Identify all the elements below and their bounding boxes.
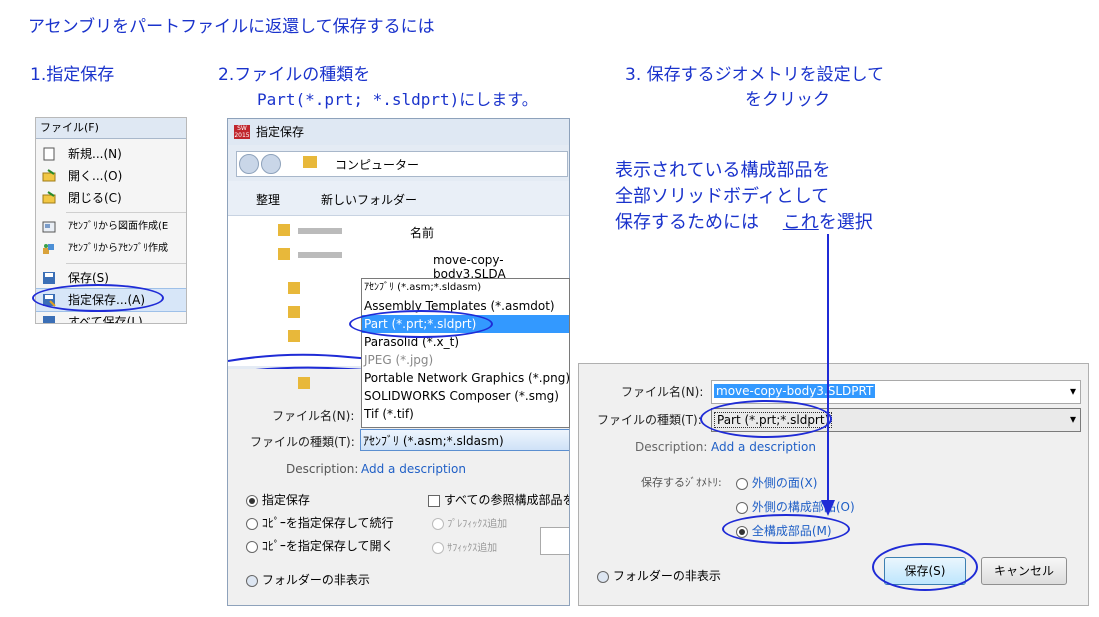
back-arrow-icon[interactable]	[239, 154, 259, 174]
radio-exterior-faces[interactable]: 外側の面(X)	[736, 474, 817, 491]
menu-item-close[interactable]: 閉じる(C)	[36, 187, 186, 209]
add-description-link[interactable]: Add a description	[361, 462, 466, 476]
filetype-option[interactable]: JPEG (*.jpg)	[362, 351, 569, 369]
breadcrumb[interactable]: コンピューター	[335, 156, 419, 173]
hide-folders-toggle[interactable]: フォルダーの非表示	[246, 571, 370, 588]
chevron-up-icon	[246, 574, 258, 587]
radio-icon	[246, 540, 258, 553]
menu-item-make-drawing[interactable]: ｱｾﾝﾌﾞﾘから図面作成(E	[36, 216, 186, 238]
step3-heading-line1: 3. 保存するジオメトリを設定して	[625, 65, 885, 85]
folder-icon	[298, 377, 310, 389]
menu-separator	[66, 212, 186, 213]
highlight-save-button	[872, 543, 978, 591]
highlight-part-filetype	[700, 400, 832, 438]
filename-value: move-copy-body3.SLDPRT	[714, 384, 876, 398]
radio-copy-continue[interactable]: ｺﾋﾟｰを指定保存して続行	[246, 514, 393, 531]
chevron-down-icon[interactable]: ▾	[1070, 412, 1076, 426]
chevron-up-icon	[597, 570, 609, 583]
new-folder-button[interactable]: 新しいフォルダー	[321, 191, 417, 208]
filetype-label: ファイルの種類(T):	[250, 435, 355, 449]
radio-add-prefix[interactable]: ﾌﾟﾚﾌｨｯｸｽ追加	[432, 515, 507, 530]
filetype-label: ファイルの種類(T):	[597, 413, 702, 427]
radio-icon	[246, 494, 258, 507]
drawing-icon	[42, 221, 56, 233]
radio-icon	[432, 542, 444, 554]
menu-item-save-all[interactable]: すべて保存(L)	[36, 311, 186, 323]
folder-icon	[288, 282, 300, 294]
annotation-line3: 保存するためには これを選択	[615, 212, 873, 234]
filename-label: ファイル名(N):	[621, 385, 704, 399]
filetype-option[interactable]: SOLIDWORKS Composer (*.smg)	[362, 387, 569, 405]
annotation-suffix: を選択	[818, 212, 873, 233]
highlight-part-option	[349, 310, 493, 338]
step1-heading: 1.指定保存	[30, 65, 115, 85]
radio-icon	[246, 517, 258, 530]
highlight-save-as	[32, 284, 164, 312]
check-all-references[interactable]: すべての参照構成部品を	[428, 491, 569, 508]
annotation-prefix: 保存するためには	[615, 212, 759, 233]
folder-icon	[278, 224, 290, 236]
file-item[interactable]: move-copy-body3.SLDA	[433, 253, 569, 281]
column-name-header[interactable]: 名前	[410, 224, 434, 241]
menu-separator	[66, 263, 186, 264]
geometry-label: 保存するｼﾞｵﾒﾄﾘ:	[641, 476, 722, 489]
menubar-file[interactable]: ファイル(F)	[36, 118, 186, 139]
radio-add-suffix[interactable]: ｻﾌｨｯｸｽ追加	[432, 539, 497, 554]
folder-icon	[278, 248, 290, 260]
assembly-icon	[43, 244, 54, 254]
blurred-folder-name	[298, 228, 342, 234]
filetype-option[interactable]: Tif (*.tif)	[362, 405, 569, 423]
filetype-option[interactable]: Portable Network Graphics (*.png)	[362, 369, 570, 387]
chevron-down-icon[interactable]: ▾	[1070, 384, 1076, 398]
arrow-to-all-components	[821, 234, 835, 516]
folder-icon	[288, 330, 300, 342]
menu-item-open[interactable]: 開く...(O)	[36, 165, 186, 187]
description-label: Description:	[635, 440, 708, 454]
solidworks-logo-icon: SW 2015	[234, 125, 250, 139]
add-description-link[interactable]: Add a description	[711, 440, 816, 454]
menu-item-new[interactable]: 新規...(N)	[36, 143, 186, 165]
annotation-line2: 全部ソリッドボディとして	[615, 186, 830, 207]
menu-item-make-assembly[interactable]: ｱｾﾝﾌﾞﾘからｱｾﾝﾌﾞﾘ作成	[36, 238, 186, 260]
checkbox-icon	[428, 494, 440, 507]
save-icon	[43, 272, 55, 284]
page-title: アセンブリをパートファイルに返還して保存するには	[28, 17, 435, 37]
description-label: Description:	[286, 462, 359, 476]
dialog-title: 指定保存	[256, 125, 305, 139]
cancel-button[interactable]: キャンセル	[981, 557, 1067, 585]
close-folder-icon	[42, 191, 56, 204]
radio-icon	[736, 501, 748, 514]
suffix-input[interactable]	[540, 527, 569, 555]
radio-copy-open[interactable]: ｺﾋﾟｰを指定保存して開く	[246, 537, 393, 554]
filetype-option[interactable]: ｱｾﾝﾌﾞﾘ (*.asm;*.sldasm)	[362, 279, 569, 297]
radio-icon	[736, 477, 748, 490]
organize-button[interactable]: 整理	[256, 191, 280, 208]
folder-icon	[303, 156, 317, 168]
step3-heading-line2: をクリック	[745, 90, 830, 110]
open-folder-icon	[42, 169, 56, 182]
annotation-this: これ	[782, 212, 819, 233]
address-bar[interactable]: コンピューター	[236, 151, 568, 177]
annotation-line1: 表示されている構成部品を	[615, 160, 831, 181]
filetype-select[interactable]: ｱｾﾝﾌﾞﾘ (*.asm;*.sldasm)	[360, 429, 569, 451]
radio-save-as[interactable]: 指定保存	[246, 491, 310, 508]
filetype-dropdown[interactable]: ｱｾﾝﾌﾞﾘ (*.asm;*.sldasm) Assembly Templat…	[361, 278, 570, 428]
forward-arrow-icon[interactable]	[261, 154, 281, 174]
save-all-icon	[43, 316, 55, 323]
new-doc-icon	[43, 147, 55, 161]
filename-label: ファイル名(N):	[272, 409, 355, 423]
step2-heading-line1: 2.ファイルの種類を	[218, 65, 371, 85]
hide-folders-toggle[interactable]: フォルダーの非表示	[597, 567, 721, 584]
folder-icon	[288, 306, 300, 318]
step2-heading-line2: Part(*.prt; *.sldprt)にします。	[257, 90, 538, 109]
radio-icon	[432, 518, 444, 530]
blurred-folder-name	[298, 252, 342, 258]
dialog-titlebar: SW 2015 指定保存	[228, 119, 569, 145]
